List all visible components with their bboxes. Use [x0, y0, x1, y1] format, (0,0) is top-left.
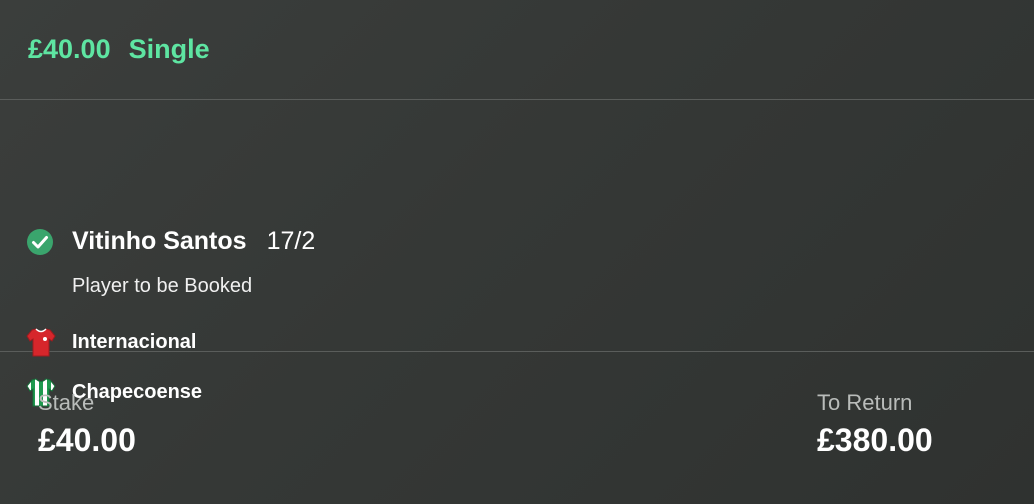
check-circle-icon: [26, 228, 54, 261]
stake-value: £40.00: [38, 422, 136, 458]
return-value: £380.00: [817, 422, 933, 458]
return-label: To Return: [817, 390, 913, 415]
market-name: Player to be Booked: [72, 275, 253, 297]
selection-odds: 17/2: [266, 227, 316, 255]
bet-amount: £40.00: [28, 34, 111, 64]
selection-row: Vitinho Santos 17/2: [72, 227, 315, 256]
stake-label: Stake: [38, 390, 95, 415]
bet-footer: Stake £40.00 To Return £380.00: [0, 352, 1034, 502]
bet-type: Single: [128, 34, 210, 64]
bet-header: £40.00 Single: [0, 0, 1034, 100]
selection-section: Vitinho Santos 17/2 Player to be Booked …: [0, 100, 1034, 407]
team-name: Internacional: [72, 330, 197, 353]
selection-name: Vitinho Santos: [72, 227, 247, 255]
bet-card: £40.00 Single Vitinho Santos 17/2 Player…: [0, 0, 1034, 504]
